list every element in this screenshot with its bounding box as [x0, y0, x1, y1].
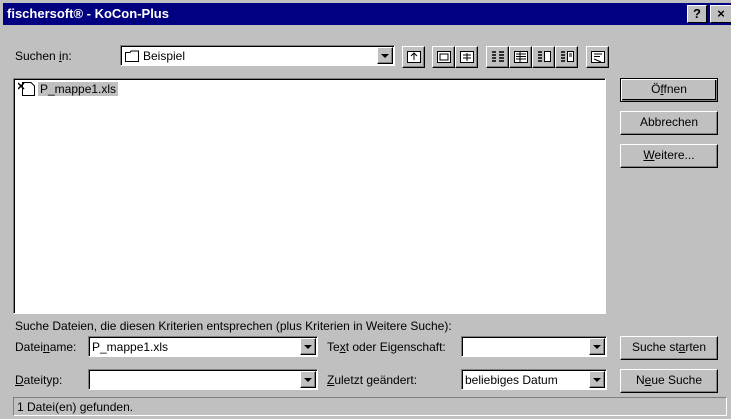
text-property-combo[interactable]	[461, 336, 607, 357]
filename-dropdown-button[interactable]	[300, 338, 316, 355]
lookin-value: Beispiel	[143, 49, 186, 63]
close-button[interactable]: ×	[710, 5, 731, 23]
modified-dropdown-button[interactable]	[589, 371, 605, 388]
file-name: P_mappe1.xls	[38, 82, 119, 96]
cancel-button[interactable]: Abbrechen	[620, 111, 718, 135]
title-bar[interactable]: fischersoft® - KoCon-Plus ? ×	[3, 3, 731, 25]
search-favorites-button[interactable]	[432, 46, 455, 68]
modified-combo[interactable]: beliebiges Datum	[461, 369, 607, 390]
commands-icon	[591, 51, 605, 63]
modified-value: beliebiges Datum	[465, 373, 558, 387]
search-favorites-icon	[437, 51, 451, 63]
filetype-dropdown-button[interactable]	[300, 371, 316, 388]
preview-view-icon	[561, 51, 574, 62]
status-bar: 1 Datei(en) gefunden.	[13, 397, 727, 416]
chevron-down-icon	[304, 345, 312, 349]
start-search-button[interactable]: Suche starten	[620, 336, 718, 360]
list-view-icon	[492, 51, 504, 62]
filetype-combo[interactable]	[88, 369, 318, 390]
text-property-dropdown-button[interactable]	[589, 338, 605, 355]
file-list[interactable]: P_mappe1.xls	[13, 78, 606, 314]
properties-view-button[interactable]	[532, 46, 555, 68]
folder-icon	[125, 50, 139, 65]
status-text: 1 Datei(en) gefunden.	[17, 400, 134, 414]
up-one-level-icon	[407, 51, 421, 63]
text-property-label: Text oder Eigenschaft:	[327, 340, 446, 354]
chevron-down-icon	[304, 378, 312, 382]
lookin-dropdown-button[interactable]	[377, 47, 393, 64]
filename-input[interactable]: P_mappe1.xls	[92, 340, 168, 354]
filetype-label: Dateityp:	[15, 373, 63, 387]
excel-file-icon	[17, 82, 36, 99]
details-view-button[interactable]	[509, 46, 532, 68]
more-button[interactable]: Weitere...	[620, 144, 718, 168]
open-button[interactable]: Öffnen	[620, 78, 718, 102]
filename-label: Dateiname:	[15, 340, 77, 354]
up-one-level-button[interactable]	[402, 46, 425, 68]
commands-button[interactable]	[586, 46, 609, 68]
lookin-combo[interactable]: Beispiel	[120, 45, 395, 66]
modified-label: Zuletzt geändert:	[327, 373, 418, 387]
details-view-icon	[514, 51, 528, 63]
chevron-down-icon	[381, 54, 389, 58]
lookin-label: Suchen in:	[15, 49, 72, 63]
chevron-down-icon	[593, 345, 601, 349]
criteria-hint: Suche Dateien, die diesen Kriterien ents…	[15, 319, 452, 333]
open-dialog: fischersoft® - KoCon-Plus ? × Suchen in:…	[0, 0, 731, 419]
help-button[interactable]: ?	[687, 5, 707, 23]
new-search-button[interactable]: Neue Suche	[620, 369, 718, 393]
window-title: fischersoft® - KoCon-Plus	[7, 6, 169, 21]
filename-combo[interactable]: P_mappe1.xls	[88, 336, 318, 357]
properties-view-icon	[538, 51, 551, 62]
add-to-favorites-button[interactable]	[455, 46, 478, 68]
chevron-down-icon	[593, 378, 601, 382]
list-view-button[interactable]	[486, 46, 509, 68]
preview-view-button[interactable]	[555, 46, 578, 68]
add-to-favorites-icon	[460, 51, 474, 63]
